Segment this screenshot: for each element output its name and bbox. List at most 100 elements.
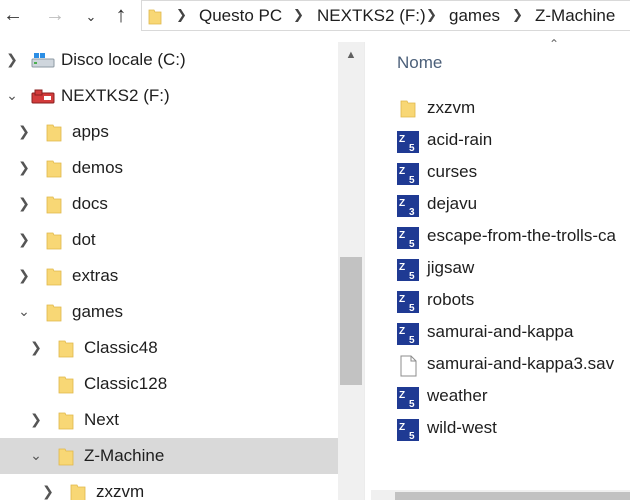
tree-item-label: Next	[84, 410, 119, 429]
chevron-right-icon[interactable]: ❯	[16, 231, 32, 248]
tree-item-label: Classic48	[84, 338, 158, 357]
chevron-right-icon[interactable]: ❯	[16, 123, 32, 140]
z-machine-story-icon: Z 5	[397, 131, 419, 153]
breadcrumb-separator-icon[interactable]: ❯	[176, 7, 187, 23]
file-row-samurai-and-kappa[interactable]: Z 5 samurai-and-kappa	[395, 317, 630, 349]
svg-text:5: 5	[409, 303, 415, 313]
scrollbar-thumb[interactable]	[340, 257, 362, 385]
navigation-pane-scrollbar[interactable]: ▲	[338, 42, 364, 500]
back-arrow-icon[interactable]: ←	[2, 0, 24, 32]
recent-locations-chevron-icon[interactable]: ⌄	[82, 2, 100, 34]
tree-item-demos[interactable]: ❯ demos	[0, 150, 338, 186]
svg-text:5: 5	[409, 431, 415, 441]
file-row-wild-west[interactable]: Z 5 wild-west	[395, 413, 630, 445]
forward-arrow-icon[interactable]: →	[44, 0, 66, 32]
tree-item-z-machine[interactable]: ⌄ Z-Machine	[0, 438, 338, 474]
file-row-jigsaw[interactable]: Z 5 jigsaw	[395, 253, 630, 285]
file-row-dejavu[interactable]: Z 3 dejavu	[395, 189, 630, 221]
tree-item-label: NEXTKS2 (F:)	[61, 86, 170, 105]
file-name: jigsaw	[427, 258, 475, 277]
svg-text:Z: Z	[399, 134, 405, 145]
file-list-horizontal-scrollbar[interactable]	[371, 490, 630, 500]
scrollbar-thumb[interactable]	[395, 492, 630, 500]
file-row-escape-from-the-trolls[interactable]: Z 5 escape-from-the-trolls-ca	[395, 221, 630, 253]
breadcrumb-separator-icon[interactable]: ❯	[512, 7, 523, 23]
file-row-curses[interactable]: Z 5 curses	[395, 157, 630, 189]
breadcrumb-separator-icon[interactable]: ❯	[293, 7, 304, 23]
tree-item-extras[interactable]: ❯ extras	[0, 258, 338, 294]
tree-item-label: zxzvm	[96, 482, 145, 500]
blank-document-icon	[400, 355, 417, 377]
file-name: weather	[427, 386, 488, 405]
folder-icon	[46, 304, 62, 322]
file-name: escape-from-the-trolls-ca	[427, 226, 616, 245]
svg-text:Z: Z	[399, 262, 405, 273]
tree-item-label: docs	[72, 194, 108, 213]
tree-item-next[interactable]: ❯ Next	[0, 402, 338, 438]
breadcrumb-item[interactable]: NEXTKS2 (F:)	[317, 6, 426, 26]
svg-text:Z: Z	[399, 422, 405, 433]
chevron-down-icon[interactable]: ⌄	[16, 303, 32, 320]
chevron-right-icon[interactable]: ❯	[16, 195, 32, 212]
file-name: dejavu	[427, 194, 478, 213]
svg-text:5: 5	[409, 399, 415, 409]
folder-icon	[58, 448, 74, 466]
breadcrumb-item[interactable]: Z-Machine	[535, 6, 615, 26]
breadcrumb-item[interactable]: games	[449, 6, 500, 26]
chevron-right-icon[interactable]: ❯	[28, 339, 44, 356]
chevron-down-icon[interactable]: ⌄	[28, 447, 44, 464]
address-bar[interactable]: ❯ Questo PC ❯ NEXTKS2 (F:) ❯ games ❯ Z-M…	[141, 0, 630, 31]
folder-icon	[46, 268, 62, 286]
folder-icon	[70, 484, 86, 500]
z-machine-story-icon: Z 5	[397, 291, 419, 313]
svg-text:3: 3	[409, 207, 415, 217]
local-disk-icon	[31, 53, 55, 68]
navigation-bar: ← → ⌄ ↑ ❯ Questo PC ❯ NEXTKS2 (F:) ❯ gam…	[0, 0, 630, 32]
folder-icon	[400, 100, 416, 118]
svg-text:Z: Z	[399, 326, 405, 337]
folder-icon	[58, 412, 74, 430]
usb-drive-icon	[31, 89, 55, 104]
svg-text:5: 5	[409, 271, 415, 281]
file-row-weather[interactable]: Z 5 weather	[395, 381, 630, 413]
column-header-name[interactable]: Nome	[397, 53, 442, 73]
chevron-right-icon[interactable]: ❯	[4, 51, 20, 68]
folder-icon	[46, 160, 62, 178]
file-row-robots[interactable]: Z 5 robots	[395, 285, 630, 317]
chevron-right-icon[interactable]: ❯	[40, 483, 56, 500]
tree-item-label: Z-Machine	[84, 446, 165, 465]
file-row-samurai-and-kappa3-sav[interactable]: samurai-and-kappa3.sav	[395, 349, 630, 381]
tree-item-dot[interactable]: ❯ dot	[0, 222, 338, 258]
tree-item-nextks2-drive[interactable]: ⌄ NEXTKS2 (F:)	[0, 78, 338, 114]
tree-item-classic48[interactable]: ❯ Classic48	[0, 330, 338, 366]
chevron-right-icon[interactable]: ❯	[28, 411, 44, 428]
svg-text:Z: Z	[399, 198, 405, 209]
navigation-pane: ❯ Disco locale (C:) ⌄ NEXTKS2 (F:) ❯ app…	[0, 32, 338, 500]
up-arrow-icon[interactable]: ↑	[108, 0, 134, 32]
tree-item-apps[interactable]: ❯ apps	[0, 114, 338, 150]
tree-item-docs[interactable]: ❯ docs	[0, 186, 338, 222]
z-machine-story-icon: Z 5	[397, 259, 419, 281]
svg-text:5: 5	[409, 143, 415, 153]
tree-item-games[interactable]: ⌄ games	[0, 294, 338, 330]
sort-ascending-icon: ⌃	[549, 37, 560, 51]
file-name: samurai-and-kappa3.sav	[427, 354, 615, 373]
chevron-right-icon[interactable]: ❯	[16, 159, 32, 176]
tree-item-label: Classic128	[84, 374, 168, 393]
file-row-acid-rain[interactable]: Z 5 acid-rain	[395, 125, 630, 157]
pane-divider[interactable]	[364, 42, 365, 500]
tree-item-zxzvm[interactable]: ❯ zxzvm	[0, 474, 338, 500]
folder-icon	[46, 232, 62, 250]
file-row-zxzvm[interactable]: zxzvm	[395, 93, 630, 125]
chevron-right-icon[interactable]: ❯	[16, 267, 32, 284]
scroll-up-arrow-icon[interactable]: ▲	[338, 42, 364, 68]
chevron-down-icon[interactable]: ⌄	[4, 87, 20, 104]
file-name: samurai-and-kappa	[427, 322, 574, 341]
z-machine-story-icon: Z 5	[397, 163, 419, 185]
breadcrumb-item[interactable]: Questo PC	[199, 6, 282, 26]
file-name: robots	[427, 290, 475, 309]
z-machine-story-icon: Z 5	[397, 387, 419, 409]
breadcrumb-separator-icon[interactable]: ❯	[426, 7, 437, 23]
tree-item-local-disk[interactable]: ❯ Disco locale (C:)	[0, 42, 338, 78]
tree-item-classic128[interactable]: Classic128	[0, 366, 338, 402]
